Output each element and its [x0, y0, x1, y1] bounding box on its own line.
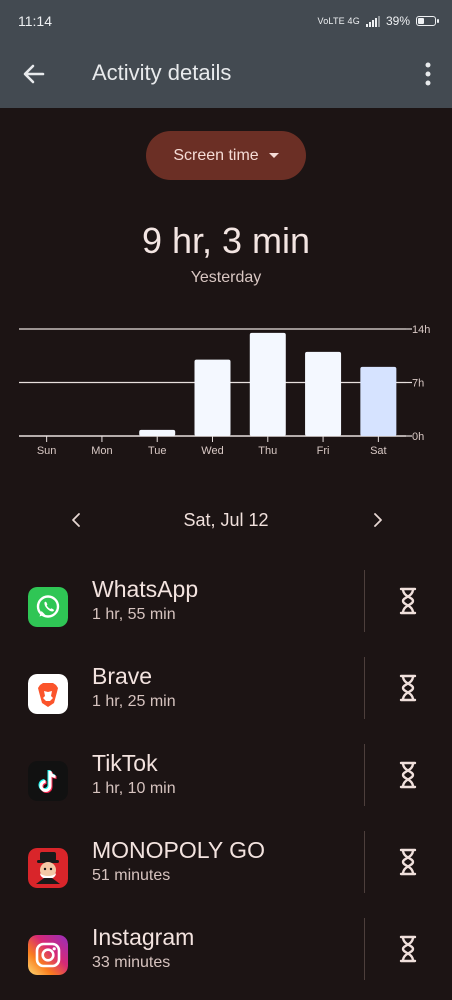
app-name: WhatsApp: [92, 576, 199, 602]
app-usage: 1 hr, 10 min: [92, 780, 176, 797]
page-title: Activity details: [92, 60, 232, 85]
y-tick-label: 7h: [412, 378, 424, 390]
row-divider: [364, 744, 365, 806]
app-row-tiktok[interactable]: TikTok 1 hr, 10 min: [0, 744, 452, 831]
monopoly-go-icon: [28, 848, 68, 888]
status-bar: 11:14 VoLTE 4G 39%: [0, 0, 452, 40]
app-row-whatsapp[interactable]: WhatsApp 1 hr, 55 min: [0, 570, 452, 657]
x-tick-label: Sun: [37, 445, 57, 457]
bar-sat: [360, 366, 397, 436]
bar-wed: [194, 359, 231, 436]
app-usage: 1 hr, 25 min: [92, 693, 176, 710]
row-divider: [364, 570, 365, 632]
y-tick-label: 14h: [412, 324, 430, 336]
hourglass-icon[interactable]: [396, 586, 420, 616]
app-usage: 1 hr, 55 min: [92, 606, 176, 623]
next-day-icon[interactable]: [366, 509, 388, 531]
app-name: MONOPOLY GO: [92, 837, 265, 863]
battery-percent: 39%: [385, 14, 410, 28]
back-arrow-icon[interactable]: [18, 58, 50, 90]
network-type: VoLTE 4G: [317, 16, 360, 26]
bar-tue: [139, 429, 176, 436]
brave-icon: [28, 674, 68, 714]
instagram-icon: [28, 935, 68, 975]
x-tick-label: Mon: [91, 445, 112, 457]
dropdown-caret-icon: [268, 153, 279, 158]
hourglass-icon[interactable]: [396, 847, 420, 877]
x-tick-label: Wed: [201, 445, 223, 457]
app-row-brave[interactable]: Brave 1 hr, 25 min: [0, 657, 452, 744]
more-options-icon[interactable]: [422, 60, 434, 88]
bar-fri: [305, 351, 342, 436]
metric-dropdown[interactable]: Screen time: [146, 131, 306, 180]
app-bar: Activity details: [0, 40, 452, 108]
status-indicators: VoLTE 4G 39%: [317, 14, 439, 28]
x-tick-label: Sat: [370, 445, 387, 457]
app-name: TikTok: [92, 750, 158, 776]
x-tick-label: Fri: [317, 445, 330, 457]
x-tick-label: Tue: [148, 445, 167, 457]
y-tick-label: 0h: [412, 431, 424, 443]
metric-dropdown-label: Screen time: [173, 146, 259, 164]
status-time: 11:14: [18, 13, 52, 29]
row-divider: [364, 657, 365, 719]
app-name: Instagram: [92, 924, 195, 950]
x-tick-label: Thu: [258, 445, 277, 457]
signal-icon: [365, 15, 380, 27]
app-row-instagram[interactable]: Instagram 33 minutes: [0, 918, 452, 1000]
tiktok-icon: [28, 761, 68, 801]
battery-icon: [416, 16, 439, 26]
screen-time-chart: 0h 7h 14h Sun Mon Tue Wed Thu Fri Sat: [19, 324, 430, 457]
row-divider: [364, 918, 365, 980]
app-usage: 33 minutes: [92, 954, 171, 971]
summary-period: Yesterday: [190, 269, 262, 286]
whatsapp-icon: [28, 587, 68, 627]
hourglass-icon[interactable]: [396, 760, 420, 790]
row-divider: [364, 831, 365, 893]
hourglass-icon[interactable]: [396, 934, 420, 964]
app-name: Brave: [92, 663, 153, 689]
total-screen-time: 9 hr, 3 min: [141, 220, 311, 261]
bar-thu: [249, 332, 286, 436]
hourglass-icon[interactable]: [396, 673, 420, 703]
app-row-monopoly-go[interactable]: MONOPOLY GO 51 minutes: [0, 831, 452, 918]
app-usage: 51 minutes: [92, 867, 171, 884]
date-navigation: Sat, Jul 12: [0, 505, 452, 535]
